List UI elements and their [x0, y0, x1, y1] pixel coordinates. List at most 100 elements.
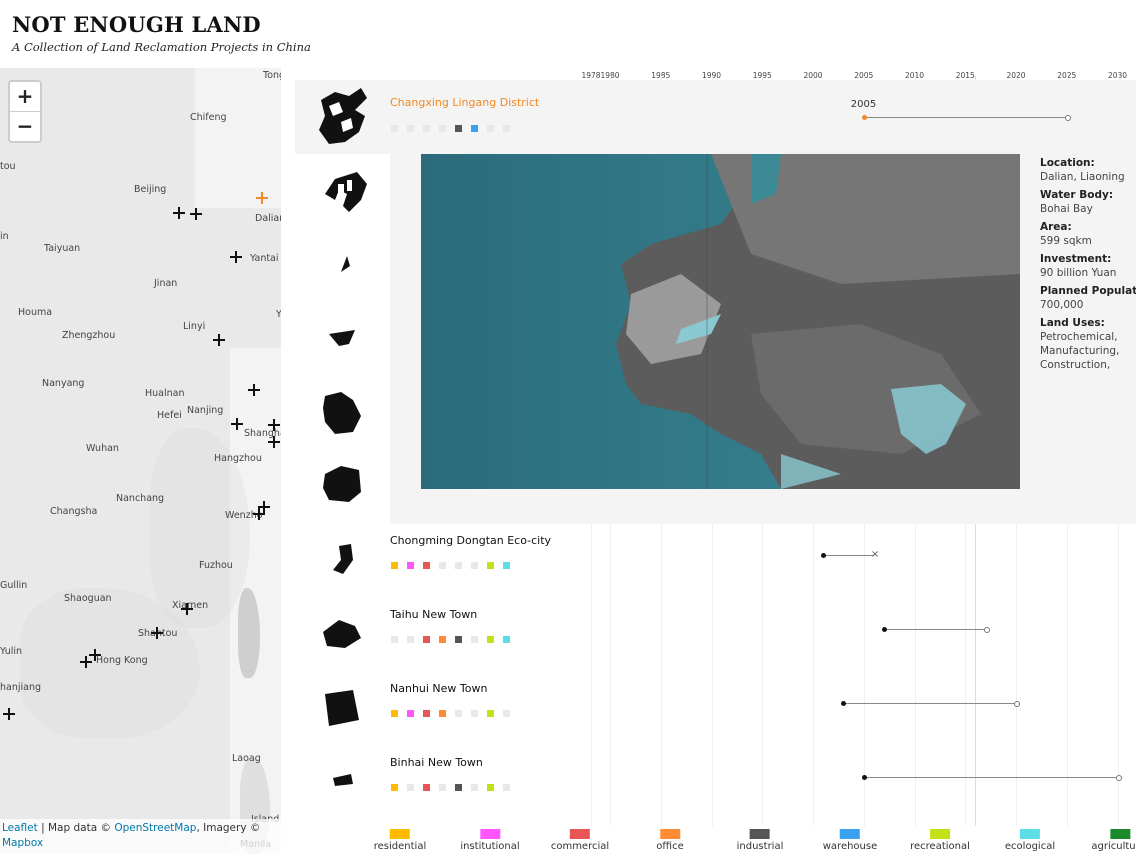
zoom-out-button[interactable]: −	[10, 111, 40, 141]
project-row[interactable]: Chongming Dongtan Eco-city ×	[295, 524, 1136, 598]
land-use-indicators	[391, 125, 510, 132]
project-detail-panel: Location: Dalian, Liaoning Water Body: Boha…	[390, 154, 1136, 524]
project-marker-icon[interactable]	[190, 208, 202, 220]
legend-item[interactable]: recreational	[910, 829, 970, 852]
project-marker-icon[interactable]	[253, 508, 265, 520]
start-year-point	[861, 115, 867, 120]
project-row[interactable]: Binhai New Town	[295, 746, 1136, 820]
city-label: Laoag	[232, 753, 261, 764]
info-label: Investment:	[1040, 253, 1112, 265]
project-thumbnail[interactable]	[315, 86, 371, 148]
land-use-swatch	[407, 125, 414, 132]
row-thumbnails	[323, 544, 361, 786]
land-use-swatch	[423, 125, 430, 132]
info-value: Bohai Bay	[1040, 203, 1093, 215]
legend-item[interactable]: institutional	[460, 829, 520, 852]
project-marker-icon[interactable]	[80, 656, 92, 668]
land-use-swatch	[455, 784, 462, 791]
project-name[interactable]: Changxing Lingang District	[390, 96, 539, 109]
start-year-point	[841, 701, 847, 706]
legend-swatch	[1109, 829, 1130, 839]
selected-year-label: 2005	[850, 99, 877, 110]
project-marker-icon[interactable]	[256, 192, 268, 204]
legend-label: warehouse	[822, 841, 878, 852]
legend-swatch	[930, 829, 950, 839]
info-label: Area:	[1040, 221, 1072, 233]
project-row[interactable]: Changxing Lingang District 2005	[295, 80, 1136, 154]
land-use-swatch	[407, 562, 414, 569]
land-use-swatch	[423, 562, 430, 569]
legend-item[interactable]: office	[656, 829, 684, 852]
legend-label: agricultural	[1091, 841, 1136, 852]
zoom-in-button[interactable]: +	[10, 82, 40, 111]
land-use-swatch	[407, 636, 414, 643]
start-year-point	[861, 775, 867, 780]
project-marker-icon[interactable]	[268, 419, 280, 431]
project-marker-icon[interactable]	[231, 418, 243, 430]
land-use-swatch	[503, 710, 510, 717]
land-use-legend: residential institutional commercial office…	[281, 826, 1136, 854]
land-use-swatch	[487, 125, 494, 132]
project-marker-icon[interactable]	[268, 436, 280, 448]
project-name[interactable]: Binhai New Town	[390, 756, 483, 769]
project-marker-icon[interactable]	[181, 603, 193, 615]
legend-label: ecological	[1004, 841, 1056, 852]
legend-item[interactable]: warehouse	[822, 829, 878, 852]
legend-swatch	[660, 829, 680, 839]
city-label: Fuzhou	[199, 560, 233, 571]
city-label: Changsha	[50, 506, 98, 517]
site-subtitle: A Collection of Land Reclamation Project…	[12, 40, 311, 54]
city-label: Hangzhou	[214, 453, 262, 464]
site-title: NOT ENOUGH LAND	[12, 12, 261, 37]
land-use-swatch	[391, 125, 398, 132]
land-use-swatch	[471, 784, 478, 791]
info-label: Location:	[1040, 157, 1095, 169]
legend-item[interactable]: industrial	[737, 829, 783, 852]
project-name[interactable]: Taihu New Town	[390, 608, 477, 621]
city-label: hanjiang	[0, 682, 42, 693]
project-marker-icon[interactable]	[3, 708, 15, 720]
project-name[interactable]: Chongming Dongtan Eco-city	[390, 534, 551, 547]
land-use-swatch	[471, 636, 478, 643]
project-marker-icon[interactable]	[173, 207, 185, 219]
map-attribution: Leaflet | Map data © OpenStreetMap, Imag…	[0, 819, 281, 854]
land-use-swatch	[471, 125, 478, 132]
land-use-swatch	[487, 636, 494, 643]
info-value: Petrochemical, Manufacturing, Constructi…	[1040, 331, 1120, 371]
project-marker-icon[interactable]	[230, 251, 242, 263]
project-marker-icon[interactable]	[151, 627, 163, 639]
detail-side-thumbs	[295, 154, 390, 524]
legend-swatch	[569, 829, 590, 839]
land-use-swatch	[503, 125, 510, 132]
leaflet-link[interactable]: Leaflet	[2, 822, 38, 834]
land-use-indicators	[391, 562, 510, 569]
project-row[interactable]: Taihu New Town	[295, 598, 1136, 672]
city-label: Zhengzhou	[62, 330, 116, 341]
legend-item[interactable]: ecological	[1005, 829, 1055, 852]
info-label: Planned Population:	[1040, 285, 1136, 297]
city-label: Wuhan	[86, 443, 119, 454]
map[interactable]: + − Tong Chifeng tou Beijing Dalian in Taiyuan…	[0, 68, 281, 854]
start-year-point	[821, 553, 827, 558]
project-row[interactable]: Nanhui New Town	[295, 672, 1136, 746]
project-marker-icon[interactable]	[248, 384, 260, 396]
legend-label: residential	[373, 841, 427, 852]
legend-item[interactable]: commercial	[551, 829, 609, 852]
city-label: Hualnan	[145, 388, 185, 399]
land-use-swatch	[455, 710, 462, 717]
mapbox-link[interactable]: Mapbox	[2, 837, 43, 849]
project-marker-icon[interactable]	[213, 334, 225, 346]
project-thumbnails[interactable]	[295, 154, 390, 524]
legend-item[interactable]: residential	[374, 829, 426, 852]
osm-link[interactable]: OpenStreetMap	[114, 822, 196, 834]
info-label: Land Uses:	[1040, 317, 1105, 329]
city-label: Houma	[18, 307, 53, 318]
zoom-control: + −	[8, 80, 42, 143]
project-name[interactable]: Nanhui New Town	[390, 682, 487, 695]
city-label: tou	[0, 161, 16, 172]
city-label: Gullin	[0, 580, 28, 591]
legend-item[interactable]: agricultural	[1091, 829, 1136, 852]
city-label: Tong	[263, 70, 281, 81]
info-value: 700,000	[1040, 299, 1084, 311]
info-value: Dalian, Liaoning	[1040, 171, 1125, 183]
